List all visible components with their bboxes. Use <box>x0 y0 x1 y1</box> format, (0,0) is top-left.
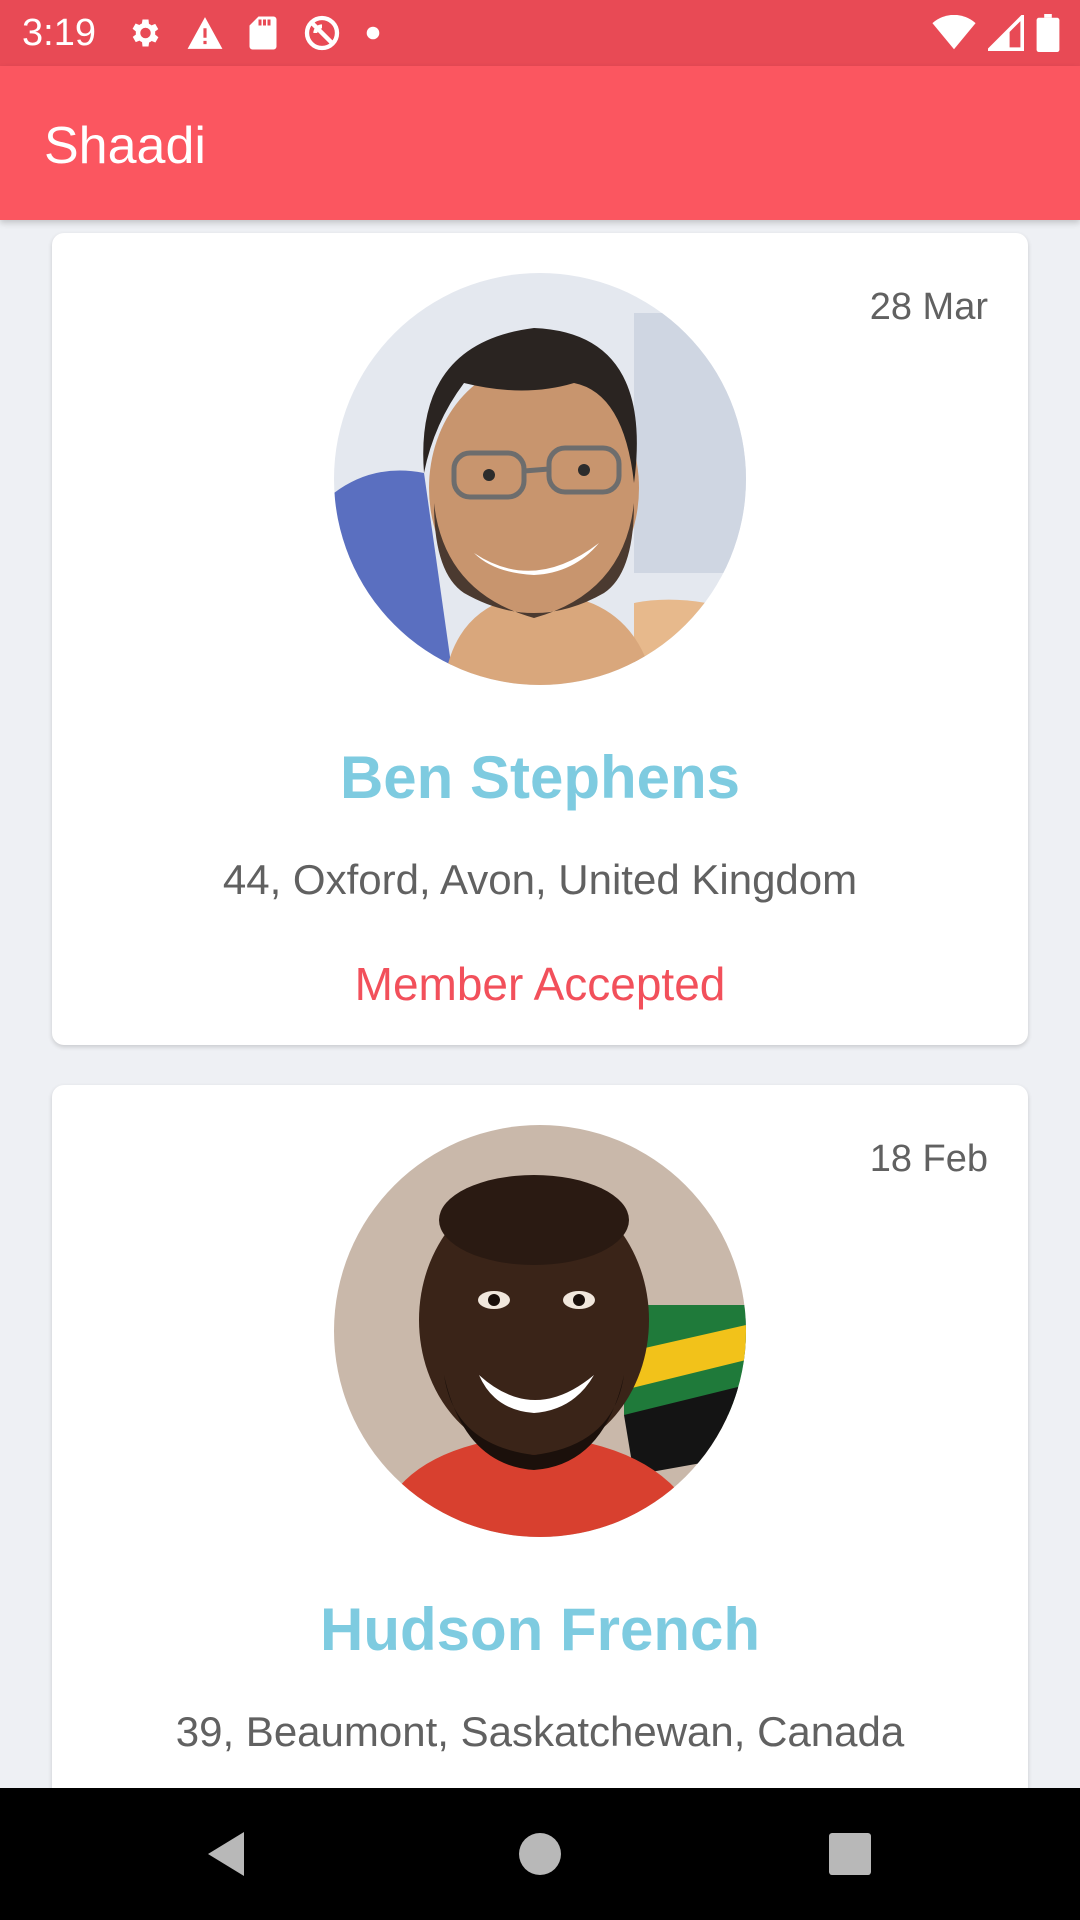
status-time: 3:19 <box>22 12 96 54</box>
dot-icon <box>366 26 380 40</box>
profile-status: Member Accepted <box>354 958 726 1010</box>
status-bar: 3:19 <box>0 0 1080 66</box>
no-disturb-icon <box>302 13 342 53</box>
home-icon[interactable] <box>500 1814 580 1894</box>
screen: 3:19 Shaadi 28 Mar Ben Stephens 44, Oxfo… <box>0 0 1080 1920</box>
profile-card[interactable]: 18 Feb Hudson French 39, Beaumont, Saska… <box>52 1085 1028 1788</box>
warning-icon <box>186 15 224 51</box>
app-title: Shaadi <box>44 117 206 175</box>
status-icons-right <box>932 13 1060 53</box>
nav-bar <box>0 1788 1080 1920</box>
status-icons-left <box>126 13 380 53</box>
profile-avatar[interactable] <box>334 1125 746 1537</box>
app-bar: Shaadi <box>0 66 1080 220</box>
profile-date: 18 Feb <box>869 1138 988 1180</box>
gear-icon <box>126 15 162 51</box>
profile-name: Ben Stephens <box>339 744 741 811</box>
profile-date: 28 Mar <box>869 286 988 328</box>
battery-icon <box>1036 14 1060 52</box>
profile-avatar[interactable] <box>334 273 746 685</box>
profile-details: 44, Oxford, Avon, United Kingdom <box>222 856 858 903</box>
back-icon[interactable] <box>186 1814 266 1894</box>
profile-name: Hudson French <box>319 1596 760 1663</box>
recents-icon[interactable] <box>810 1814 890 1894</box>
profile-card[interactable]: 28 Mar Ben Stephens 44, Oxford, Avon, Un… <box>52 233 1028 1045</box>
signal-icon <box>988 15 1024 51</box>
profile-details: 39, Beaumont, Saskatchewan, Canada <box>175 1708 905 1755</box>
profile-list[interactable]: 28 Mar Ben Stephens 44, Oxford, Avon, Un… <box>0 220 1080 1788</box>
wifi-icon <box>932 15 976 51</box>
sd-card-icon <box>248 15 278 51</box>
